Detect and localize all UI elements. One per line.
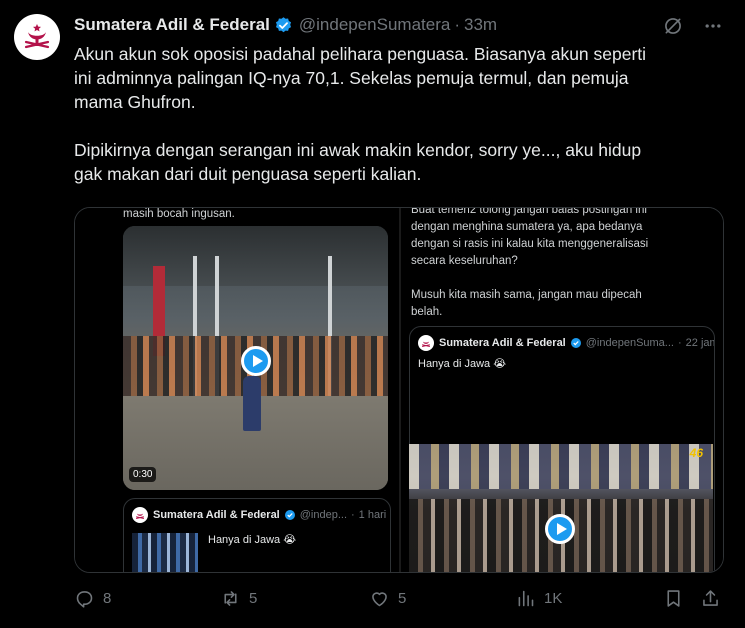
share-icon: [703, 590, 718, 606]
repost-icon: [224, 591, 237, 606]
quoted-time: 1 hari: [358, 509, 387, 521]
reply-icon: [76, 591, 93, 608]
play-icon: [545, 514, 575, 544]
author-name[interactable]: Sumatera Adil & Federal: [74, 15, 270, 35]
verified-icon: [284, 510, 295, 520]
share-button[interactable]: [700, 588, 721, 609]
right-text-block: Buat temen2 tolong jangan balas postinga…: [411, 207, 711, 321]
views-icon: [518, 590, 534, 607]
separator-dot: ·: [454, 15, 461, 34]
views-button[interactable]: 1K: [515, 588, 562, 609]
action-bar: 8 5 5 1K: [74, 588, 724, 616]
grok-slash-icon[interactable]: [663, 16, 683, 36]
reply-count: 8: [103, 590, 112, 607]
sumatera-logo-icon: [24, 24, 50, 49]
embedded-video: 0:30: [123, 226, 388, 490]
quoted-header-right: Sumatera Adil & Federal @indepenSuma... …: [418, 335, 714, 351]
separator-dot: ·: [351, 509, 355, 521]
quoted-header-left: Sumatera Adil & Federal @indep... · 1 ha…: [132, 507, 386, 523]
author-avatar[interactable]: [14, 14, 60, 60]
post-paragraph-1: Akun akun sok oposisi padahal pelihara p…: [74, 44, 647, 112]
like-count: 5: [398, 590, 407, 607]
views-count: 1K: [544, 590, 563, 607]
left-top-text: masih bocah ingusan.: [123, 208, 235, 220]
quoted-thumbnail: [132, 533, 198, 572]
screenshot-right: Buat temen2 tolong jangan balas postinga…: [401, 208, 723, 572]
post-media-image[interactable]: masih bocah ingusan. 0:30 Sumatera Adil …: [74, 207, 724, 573]
screenshot-left: masih bocah ingusan. 0:30 Sumatera Adil …: [75, 208, 397, 572]
quoted-author-name: Sumatera Adil & Federal: [153, 509, 280, 521]
sumatera-logo-icon: [422, 341, 430, 348]
quoted-text-right: Hanya di Jawa 😭: [418, 358, 507, 370]
repost-button[interactable]: 5: [220, 588, 257, 609]
post-header: Sumatera Adil & Federal @indepenSumatera…: [74, 12, 497, 38]
video-scene-person: [243, 376, 261, 431]
concert-logo: 46: [689, 446, 703, 460]
reply-button[interactable]: 8: [74, 588, 111, 609]
video-duration: 0:30: [129, 467, 157, 482]
post-time[interactable]: 33m: [464, 15, 497, 35]
quoted-time: 22 jam: [685, 337, 714, 349]
quoted-author-name: Sumatera Adil & Federal: [439, 337, 566, 349]
quoted-text-left: Hanya di Jawa 😭: [208, 534, 297, 546]
like-icon: [372, 592, 387, 607]
right-text-1: Buat temen2 tolong jangan balas postinga…: [411, 207, 649, 267]
verified-icon: [275, 16, 291, 32]
more-icon[interactable]: [703, 16, 723, 36]
sumatera-logo-icon: [136, 513, 144, 520]
quoted-avatar: [418, 335, 434, 351]
concert-stage: [409, 444, 713, 489]
header-icons: [663, 16, 723, 36]
like-button[interactable]: 5: [369, 588, 406, 609]
separator-dot: ·: [677, 337, 682, 349]
bookmark-icon: [667, 590, 680, 607]
quoted-author-handle: @indepenSuma...: [585, 337, 674, 349]
quoted-avatar: [132, 507, 148, 523]
right-text-2: Musuh kita masih sama, jangan mau dipeca…: [411, 289, 642, 318]
concert-video: 46: [409, 444, 713, 572]
post-body: Akun akun sok oposisi padahal pelihara p…: [74, 42, 724, 186]
post-paragraph-2: Dipikirnya dengan serangan ini awak maki…: [74, 140, 642, 184]
play-icon: [241, 346, 271, 376]
quoted-post-left: Sumatera Adil & Federal @indep... · 1 ha…: [123, 498, 391, 572]
quoted-author-handle: @indep...: [299, 509, 347, 521]
bookmark-button[interactable]: [663, 588, 684, 609]
repost-count: 5: [249, 590, 258, 607]
author-handle[interactable]: @indepenSumatera: [299, 15, 450, 35]
verified-icon: [570, 338, 581, 348]
